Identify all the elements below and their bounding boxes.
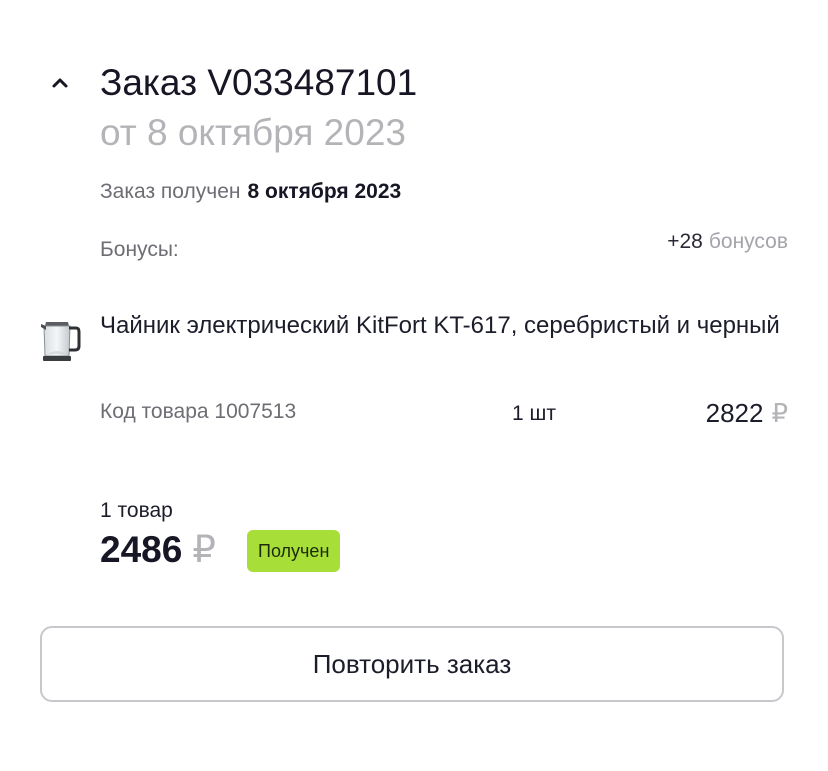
received-date: 8 октября 2023	[247, 180, 402, 203]
items-count: 1 товар	[100, 499, 173, 522]
order-title: Заказ V033487101	[100, 62, 418, 103]
order-total: 2486 ₽	[100, 527, 216, 573]
bonus-label: Бонусы:	[100, 238, 179, 261]
ruble-sign: ₽	[771, 398, 788, 428]
received-label: Заказ получен	[100, 180, 241, 203]
product-image[interactable]	[38, 318, 82, 364]
product-code: Код товара 1007513	[100, 400, 297, 423]
order-date: от 8 октября 2023	[100, 112, 406, 153]
product-price-value: 2822	[705, 398, 764, 428]
product-name[interactable]: Чайник электрический KitFort KT-617, сер…	[100, 308, 800, 343]
chevron-up-icon	[50, 75, 70, 94]
bonus-unit: бонусов	[708, 230, 788, 253]
repeat-order-button[interactable]: Повторить заказ	[40, 626, 784, 702]
status-badge: Получен	[247, 530, 341, 572]
bonus-amount: +28	[667, 230, 703, 253]
kettle-icon	[38, 322, 82, 368]
collapse-order-toggle[interactable]	[46, 70, 74, 98]
product-price: 2822 ₽	[706, 396, 788, 430]
ruble-sign: ₽	[192, 529, 216, 570]
bonus-value: +28 бонусов	[667, 228, 788, 256]
product-quantity: 1 шт	[512, 402, 556, 425]
received-status-line: Заказ получен 8 октября 2023	[100, 178, 401, 206]
order-total-value: 2486	[100, 529, 183, 570]
